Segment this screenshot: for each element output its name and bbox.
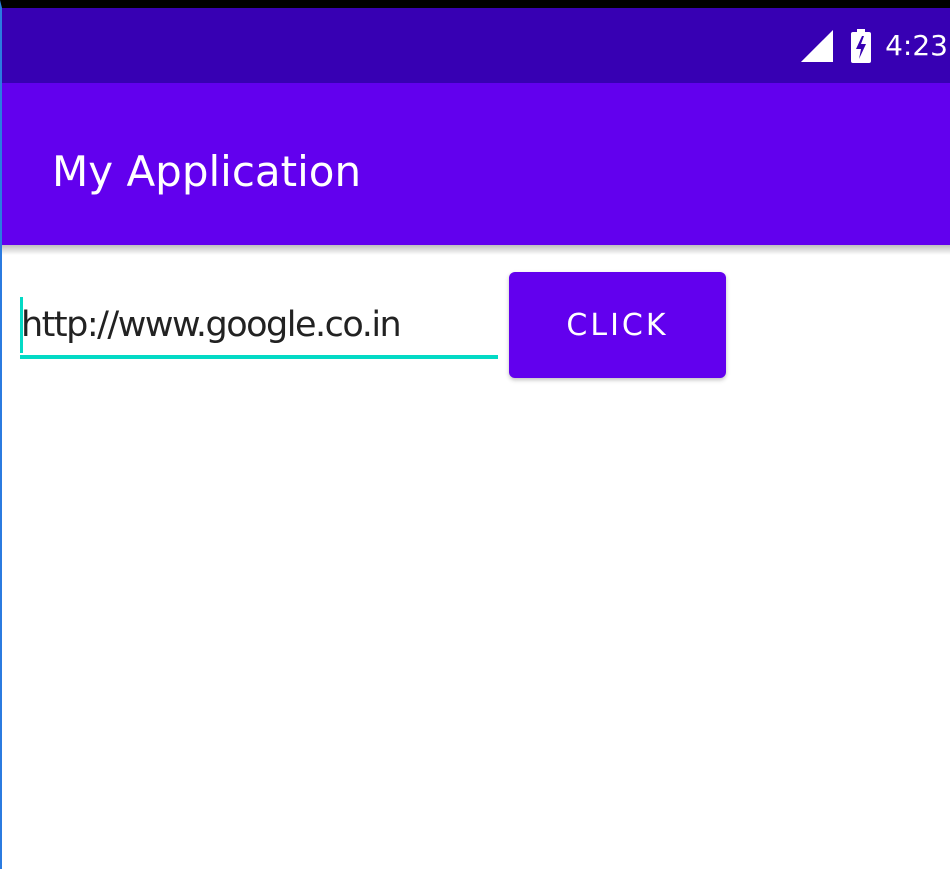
app-title: My Application xyxy=(52,147,362,196)
status-icons: 4:23 xyxy=(801,8,948,83)
app-bar: My Application xyxy=(2,83,950,245)
main-content: CLICK xyxy=(2,245,950,869)
url-input[interactable] xyxy=(20,295,498,355)
click-button[interactable]: CLICK xyxy=(509,272,726,378)
signal-icon xyxy=(801,29,834,62)
status-time: 4:23 xyxy=(885,29,948,62)
app-screen: 4:23 My Application CLICK xyxy=(0,0,950,869)
text-cursor xyxy=(20,297,23,353)
status-bar: 4:23 xyxy=(2,8,950,83)
battery-charging-icon xyxy=(851,28,872,63)
url-field[interactable] xyxy=(20,295,498,359)
